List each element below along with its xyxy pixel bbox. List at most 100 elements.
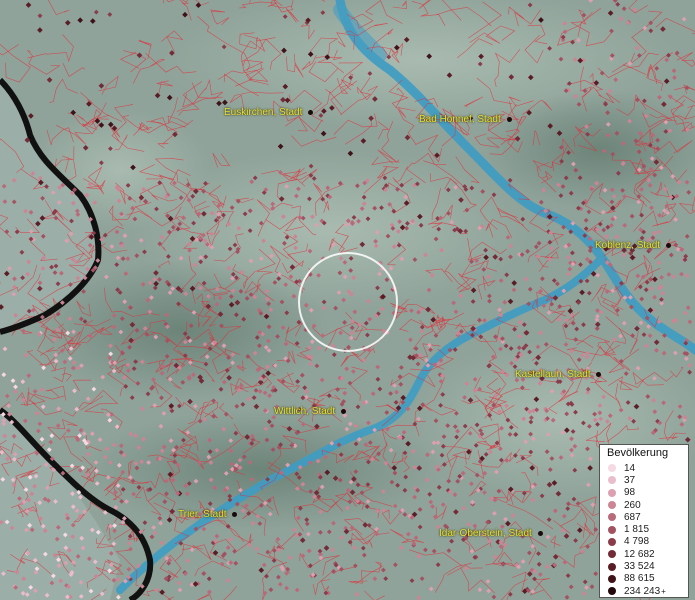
population-dot <box>571 496 577 502</box>
city-label-trier[interactable]: Trier, Stadt <box>178 509 238 520</box>
population-dot <box>461 505 467 511</box>
city-label-koblenz[interactable]: Koblenz, Stadt <box>595 240 671 251</box>
population-dot <box>209 231 215 237</box>
population-dot <box>28 228 34 234</box>
population-dot <box>525 248 531 254</box>
population-dot <box>636 199 642 205</box>
population-dot <box>578 278 584 284</box>
population-dot <box>59 300 65 306</box>
population-dot <box>345 505 350 511</box>
population-dot <box>167 290 173 296</box>
population-dot <box>176 403 182 409</box>
population-dot <box>324 54 331 60</box>
population-dot <box>9 419 15 425</box>
population-dot <box>127 195 133 201</box>
population-dot <box>685 305 691 311</box>
population-dot <box>307 563 313 569</box>
city-label-kastellaun[interactable]: Kastellaun, Stadt <box>515 369 602 380</box>
city-marker-icon <box>537 530 543 536</box>
population-dot <box>239 383 244 389</box>
population-dot <box>552 553 559 560</box>
population-dot <box>20 275 26 281</box>
population-dot <box>262 590 268 596</box>
population-dot <box>283 341 289 347</box>
population-dot <box>329 547 335 553</box>
population-dot <box>94 481 100 486</box>
population-dot <box>607 88 613 94</box>
population-dot <box>11 291 17 297</box>
population-dot <box>363 442 369 448</box>
population-dot <box>342 390 348 396</box>
population-dot <box>190 193 196 199</box>
population-dot <box>557 304 563 309</box>
city-label-idar-oberstein[interactable]: Idar-Oberstein, Stadt <box>439 528 543 539</box>
population-dot <box>77 513 83 519</box>
population-dot <box>49 264 55 270</box>
city-label-wittlich[interactable]: Wittlich, Stadt <box>274 406 346 417</box>
population-dot <box>604 289 610 295</box>
population-dot <box>663 119 669 125</box>
population-dot <box>615 170 621 176</box>
population-dot <box>99 237 105 242</box>
population-dot <box>37 421 43 427</box>
population-dot <box>167 471 174 478</box>
population-dot <box>115 255 121 261</box>
population-dot <box>249 477 255 482</box>
population-dot <box>416 465 423 471</box>
population-dot <box>326 529 332 535</box>
population-dot <box>27 474 33 480</box>
population-dot <box>233 275 239 281</box>
population-dot <box>532 576 537 582</box>
population-dot <box>330 242 336 248</box>
population-dot <box>182 353 188 359</box>
population-dot <box>266 498 272 504</box>
population-dot <box>467 430 473 436</box>
population-dot <box>405 440 411 447</box>
city-label-bad-honnef[interactable]: Bad Honnef, Stadt <box>419 114 512 125</box>
population-dot <box>266 301 272 307</box>
population-dot <box>249 433 255 439</box>
city-label-euskirchen[interactable]: Euskirchen, Stadt <box>224 107 314 118</box>
population-dot <box>605 132 611 138</box>
population-dot <box>435 562 441 568</box>
population-dot <box>11 199 17 205</box>
population-dot <box>120 350 126 356</box>
population-dot <box>186 481 192 486</box>
population-dot <box>142 325 148 331</box>
population-dot <box>44 184 49 189</box>
population-dot <box>573 538 579 543</box>
population-dot <box>527 286 533 292</box>
population-dot <box>564 411 570 417</box>
map-canvas[interactable]: Euskirchen, Stadt Bad Honnef, Stadt Kobl… <box>0 0 695 600</box>
population-dot <box>252 350 258 356</box>
population-dot <box>29 491 35 497</box>
population-dot <box>75 275 81 281</box>
population-dot <box>276 276 282 282</box>
population-dot <box>39 436 45 442</box>
population-dot <box>487 449 493 455</box>
population-dot <box>373 243 379 249</box>
population-dot <box>23 352 29 358</box>
population-dot <box>295 379 301 384</box>
population-dot <box>152 285 158 291</box>
population-dot <box>585 386 591 392</box>
population-dot <box>64 594 70 600</box>
population-dot <box>79 363 84 369</box>
population-dot <box>304 517 310 523</box>
population-dot <box>535 344 541 350</box>
population-dot <box>139 459 145 465</box>
population-dot <box>314 363 320 369</box>
population-dot <box>111 324 117 330</box>
population-dot <box>548 245 554 251</box>
population-dot <box>474 258 480 264</box>
selection-circle[interactable] <box>298 252 398 352</box>
population-dot <box>355 404 361 410</box>
population-dot <box>248 292 254 297</box>
population-dot <box>157 515 163 521</box>
population-dot <box>130 478 136 484</box>
population-dot <box>64 238 70 244</box>
population-dot <box>634 97 640 103</box>
population-dot <box>528 419 534 425</box>
population-dot <box>660 26 666 32</box>
population-dot <box>429 272 435 278</box>
